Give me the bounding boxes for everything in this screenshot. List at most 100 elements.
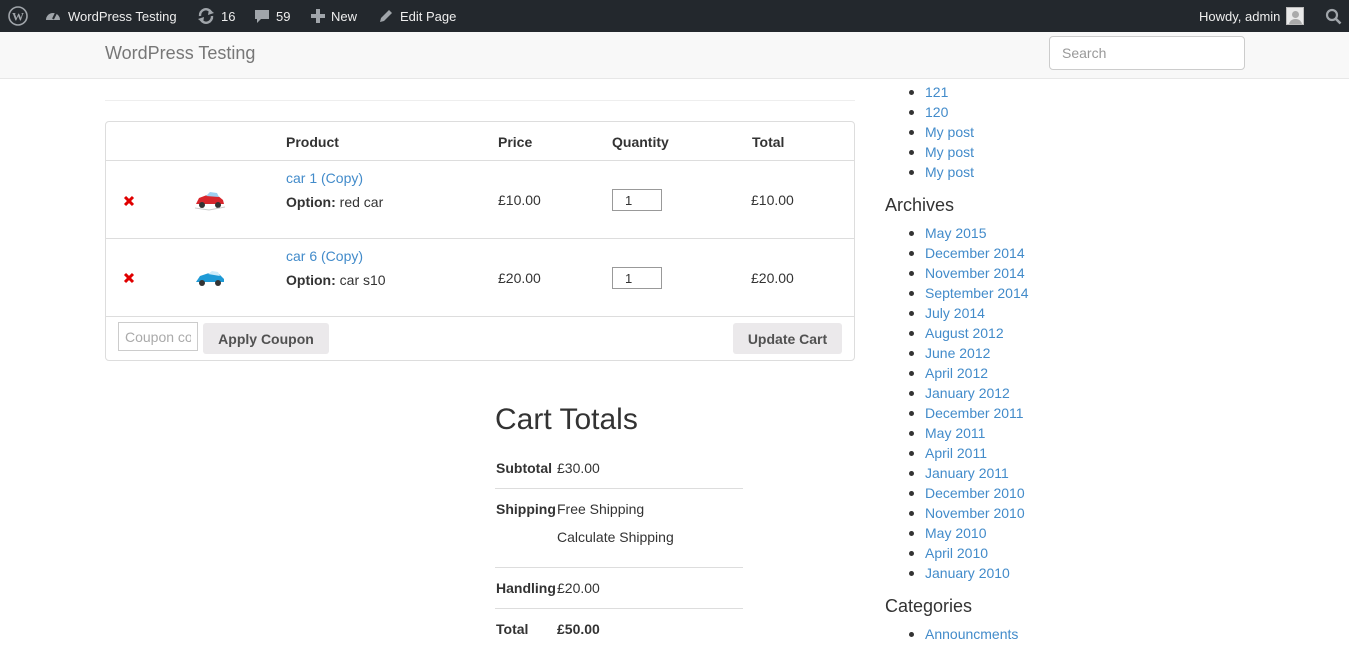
shipping-label: Shipping	[496, 501, 556, 517]
list-item: May 2015	[885, 223, 1185, 243]
recent-post-link[interactable]: 120	[925, 104, 948, 120]
header-quantity: Quantity	[612, 134, 669, 150]
update-cart-button[interactable]: Update Cart	[733, 323, 842, 354]
archive-link[interactable]: August 2012	[925, 325, 1004, 341]
list-item: November 2014	[885, 263, 1185, 283]
archive-link[interactable]: May 2011	[925, 425, 985, 441]
product-thumbnail[interactable]	[193, 189, 227, 211]
archive-link[interactable]: September 2014	[925, 285, 1029, 301]
shipping-value: Free Shipping	[557, 501, 645, 517]
list-item: April 2010	[885, 543, 1185, 563]
list-item: September 2014	[885, 283, 1185, 303]
calculate-shipping-link[interactable]: Calculate Shipping	[557, 529, 674, 545]
list-item: July 2014	[885, 303, 1185, 323]
option-label: Option:	[286, 272, 336, 288]
remove-item-icon[interactable]	[122, 271, 136, 285]
archive-link[interactable]: May 2010	[925, 525, 986, 541]
product-name-link[interactable]: car 1 (Copy)	[286, 170, 363, 186]
category-link[interactable]: Announcments	[925, 626, 1018, 642]
list-item: My post	[885, 142, 1185, 162]
list-item: My post	[885, 162, 1185, 182]
handling-label: Handling	[496, 580, 556, 596]
new-label: New	[331, 8, 358, 24]
header-total: Total	[752, 134, 785, 150]
list-item: May 2011	[885, 423, 1185, 443]
archive-link[interactable]: December 2010	[925, 485, 1025, 501]
product-thumbnail[interactable]	[193, 267, 227, 289]
archives-list: May 2015 December 2014 November 2014 Septem…	[885, 223, 1185, 583]
header-price: Price	[498, 134, 533, 150]
site-name-label: WordPress Testing	[68, 8, 177, 24]
list-item: My post	[885, 122, 1185, 142]
order-total-value: £50.00	[557, 621, 600, 637]
recent-post-link[interactable]: 121	[925, 84, 948, 100]
row-divider	[106, 316, 854, 317]
remove-item-icon[interactable]	[122, 194, 136, 208]
total-cell: £10.00	[751, 192, 794, 208]
cart-totals-title: Cart Totals	[495, 403, 638, 436]
totals-divider	[495, 608, 743, 609]
divider	[105, 100, 855, 101]
archive-link[interactable]: June 2012	[925, 345, 990, 361]
list-item: January 2012	[885, 383, 1185, 403]
product-option: Option: red car	[286, 194, 383, 210]
site-name-menu[interactable]: WordPress Testing	[44, 0, 177, 32]
list-item: 121	[885, 82, 1185, 102]
recent-post-link[interactable]: My post	[925, 164, 974, 180]
archive-link[interactable]: July 2014	[925, 305, 985, 321]
updates-icon	[198, 8, 214, 24]
edit-page-label: Edit Page	[400, 8, 457, 24]
wordpress-logo-icon[interactable]: W	[8, 0, 28, 32]
edit-page-link[interactable]: Edit Page	[378, 0, 456, 32]
new-content-menu[interactable]: New	[311, 0, 357, 32]
list-item: April 2011	[885, 443, 1185, 463]
recent-post-link[interactable]: My post	[925, 124, 974, 140]
my-account-menu[interactable]: Howdy, admin	[1199, 0, 1305, 32]
apply-coupon-button[interactable]: Apply Coupon	[203, 323, 329, 354]
admin-bar: W WordPress Testing 16 59 New Edit Page …	[0, 0, 1349, 32]
sidebar: 121 120 My post My post My post Archives May…	[885, 82, 1185, 644]
quantity-input[interactable]	[612, 267, 662, 289]
archive-link[interactable]: January 2012	[925, 385, 1010, 401]
updates-menu[interactable]: 16	[197, 0, 235, 32]
admin-search-icon[interactable]	[1325, 0, 1342, 32]
archive-link[interactable]: December 2014	[925, 245, 1025, 261]
subtotal-value: £30.00	[557, 460, 600, 476]
recent-post-link[interactable]: My post	[925, 144, 974, 160]
comments-menu[interactable]: 59	[254, 0, 290, 32]
quantity-input[interactable]	[612, 189, 662, 211]
archive-link[interactable]: January 2010	[925, 565, 1010, 581]
archive-link[interactable]: December 2011	[925, 405, 1024, 421]
list-item: December 2014	[885, 243, 1185, 263]
list-item: January 2011	[885, 463, 1185, 483]
archive-link[interactable]: April 2011	[925, 445, 987, 461]
archive-link[interactable]: November 2010	[925, 505, 1025, 521]
option-value: car s10	[339, 272, 386, 288]
archive-link[interactable]: May 2015	[925, 225, 986, 241]
archive-link[interactable]: November 2014	[925, 265, 1025, 281]
site-brand[interactable]: WordPress Testing	[105, 43, 255, 64]
product-name-link[interactable]: car 6 (Copy)	[286, 248, 363, 264]
row-divider	[106, 160, 854, 161]
updates-count: 16	[221, 8, 236, 24]
header-product: Product	[286, 134, 339, 150]
coupon-code-input[interactable]	[118, 322, 198, 351]
list-item: January 2010	[885, 563, 1185, 583]
totals-divider	[495, 488, 743, 489]
comment-icon	[255, 10, 269, 23]
archive-link[interactable]: April 2012	[925, 365, 988, 381]
search-input[interactable]	[1049, 36, 1245, 70]
archive-link[interactable]: April 2010	[925, 545, 988, 561]
archive-link[interactable]: January 2011	[925, 465, 1009, 481]
product-option: Option: car s10	[286, 272, 386, 288]
price-cell: £20.00	[498, 270, 541, 286]
comments-count: 59	[276, 8, 291, 24]
price-cell: £10.00	[498, 192, 541, 208]
handling-value: £20.00	[557, 580, 600, 596]
list-item: August 2012	[885, 323, 1185, 343]
list-item: April 2012	[885, 363, 1185, 383]
option-label: Option:	[286, 194, 336, 210]
categories-title: Categories	[885, 596, 973, 616]
list-item: Announcments	[885, 624, 1185, 644]
archives-title: Archives	[885, 195, 955, 215]
